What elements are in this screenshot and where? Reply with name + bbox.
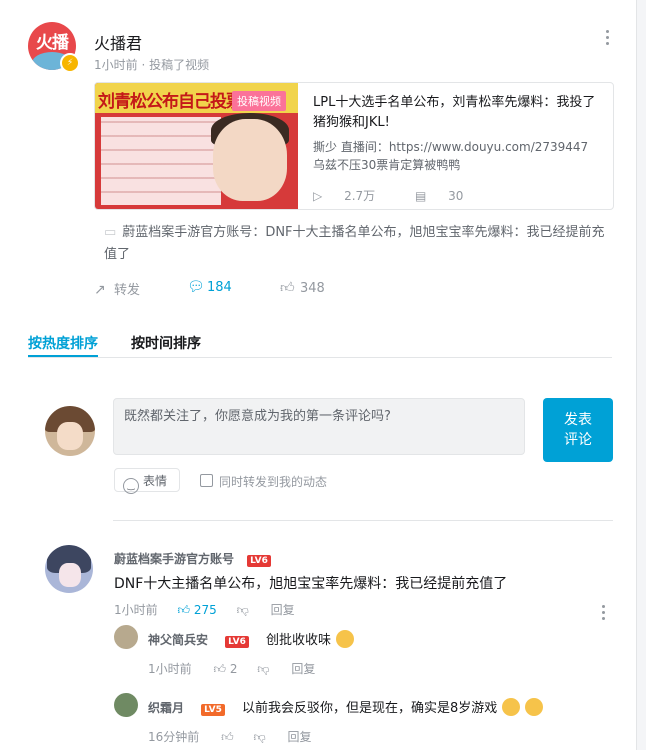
tab-sort-hot[interactable]: 按热度排序 — [28, 333, 98, 353]
repost-checkbox[interactable] — [200, 474, 213, 487]
level-badge: LV6 — [247, 555, 271, 567]
reply-meta: 16分钟前 👍︎ 👎︎ 回复 — [148, 728, 312, 745]
reply-like-button[interactable]: 👍︎ 2 — [213, 662, 237, 676]
emoji-sticker-icon — [336, 630, 355, 648]
current-user-avatar — [45, 406, 95, 456]
author-name[interactable]: 火播君 — [94, 30, 142, 54]
quote-author[interactable]: 蔚蓝档案手游官方账号 — [122, 225, 252, 240]
video-description: 撕少 直播间：https://www.douyu.com/2739447 乌兹不… — [313, 140, 589, 172]
reply-text: 创批收收味 — [265, 633, 331, 648]
reply-reply-button[interactable]: 回复 — [291, 662, 315, 676]
emoji-sticker-icon — [525, 698, 544, 716]
share-button[interactable]: ↗ 转发 — [94, 279, 140, 298]
top-comment-preview[interactable]: ▭ 蔚蓝档案手游官方账号：DNF十大主播名单公布，旭旭宝宝率先爆料：我已经提前充值… — [104, 222, 616, 266]
tab-sort-time[interactable]: 按时间排序 — [131, 333, 201, 353]
danmaku-count: 30 — [448, 189, 464, 203]
comment-button[interactable]: 💬︎ 184 — [187, 279, 232, 295]
reply-dislike-icon[interactable]: 👎︎ — [253, 730, 265, 744]
like-button[interactable]: 👍︎ 348 — [280, 279, 325, 296]
thumbs-up-icon: 👍︎ — [280, 280, 295, 296]
video-thumbnail[interactable]: 刘青松公布自己投票名单 投稿视频 — [95, 83, 298, 209]
composer-divider — [113, 520, 613, 521]
verified-badge-icon: ⚡ — [60, 53, 80, 73]
commenter-name[interactable]: 蔚蓝档案手游官方账号 — [114, 552, 234, 566]
comment-meta: 1小时前 👍︎ 275 👎︎ 回复 — [114, 601, 295, 618]
comment-bubble-icon: ▭ — [104, 225, 117, 240]
comment-input[interactable]: 既然都关注了，你愿意成为我的第一条评论吗? — [113, 398, 525, 455]
more-options-icon[interactable] — [606, 30, 610, 48]
video-card[interactable]: 刘青松公布自己投票名单 投稿视频 LPL十大选手名单公布，刘青松率先爆料：我投了… — [94, 82, 614, 210]
play-icon: ▷ — [313, 189, 323, 203]
view-count: 2.7万 — [344, 189, 376, 203]
reply-time: 16分钟前 — [148, 730, 200, 744]
reply-dislike-icon[interactable]: 👎︎ — [257, 662, 269, 676]
repost-label[interactable]: 同时转发到我的动态 — [219, 473, 327, 490]
reply-like-button[interactable]: 👍︎ — [221, 730, 234, 744]
reply-row: 织霜月 LV5 以前我会反驳你，但是现在，确实是8岁游戏 — [148, 697, 544, 716]
emoji-sticker-icon — [502, 698, 521, 716]
comment-reply-button[interactable]: 回复 — [271, 603, 295, 617]
danmaku-icon: ▤ — [414, 189, 427, 203]
comment-dislike-icon[interactable]: 👎︎ — [237, 603, 249, 617]
tabs-divider — [28, 357, 612, 358]
reply-avatar[interactable] — [114, 625, 138, 649]
share-icon: ↗ — [94, 282, 106, 298]
comment-like-button[interactable]: 👍︎ 275 — [177, 603, 216, 617]
commenter-avatar[interactable] — [45, 545, 93, 593]
smiley-icon: ‿ — [123, 478, 139, 494]
reply-time: 1小时前 — [148, 662, 192, 676]
video-stats: ▷ 2.7万 ▤ 30 — [313, 187, 499, 204]
video-title[interactable]: LPL十大选手名单公布，刘青松率先爆料：我投了猪狗猴和JKL! — [313, 93, 601, 133]
reply-author[interactable]: 神父简兵安 — [148, 633, 208, 647]
reply-text: 以前我会反驳你，但是现在，确实是8岁游戏 — [241, 701, 498, 716]
reply-reply-button[interactable]: 回复 — [288, 730, 312, 744]
post-meta: 1小时前 · 投稿了视频 — [94, 58, 210, 72]
video-tag-badge: 投稿视频 — [232, 91, 286, 111]
emoji-button[interactable]: ‿ 表情 — [114, 468, 180, 494]
reply-author[interactable]: 织霜月 — [148, 701, 184, 715]
comment-icon: 💬︎ — [187, 279, 205, 295]
comment-header: 蔚蓝档案手游官方账号 LV6 — [114, 548, 271, 567]
comment-text: DNF十大主播名单公布，旭旭宝宝率先爆料：我已经提前充值了 — [114, 576, 508, 592]
dynamic-card: 火播 ⚡ 火播君 1小时前 · 投稿了视频 刘青松公布自己投票名单 投稿视频 L… — [0, 0, 637, 750]
level-badge: LV6 — [225, 636, 249, 648]
comment-time: 1小时前 — [114, 603, 158, 617]
active-tab-underline — [28, 355, 98, 357]
reply-meta: 1小时前 👍︎ 2 👎︎ 回复 — [148, 660, 315, 677]
comment-more-icon[interactable] — [602, 605, 606, 623]
reply-avatar[interactable] — [114, 693, 138, 717]
post-comment-button[interactable]: 发表 评论 — [543, 398, 613, 462]
level-badge: LV5 — [201, 704, 225, 716]
reply-row: 神父简兵安 LV6 创批收收味 — [148, 629, 355, 648]
